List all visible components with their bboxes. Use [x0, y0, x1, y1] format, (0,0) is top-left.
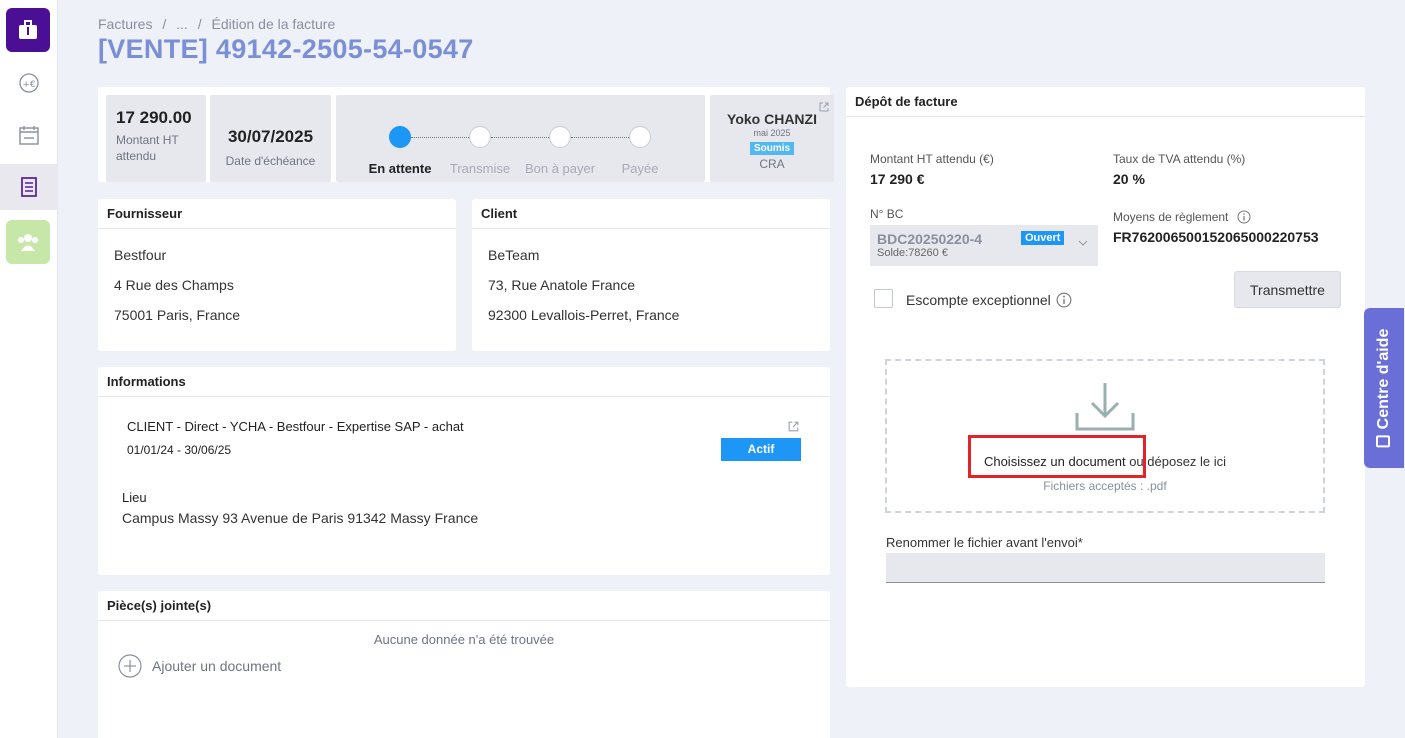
- help-center-tab[interactable]: Centre d'aide: [1364, 308, 1404, 468]
- step-dot-en-attente: [389, 126, 411, 148]
- expected-vat-value: 20 %: [1113, 171, 1145, 187]
- purchase-order-balance: Solde:78260 €: [877, 247, 948, 259]
- breadcrumb-root[interactable]: Factures: [98, 16, 152, 32]
- people-group-icon: [18, 234, 38, 251]
- rename-file-input[interactable]: [886, 553, 1325, 583]
- info-icon[interactable]: [1237, 210, 1251, 224]
- plus-circle-icon: [118, 654, 142, 678]
- due-date-summary: 30/07/2025 Date d'échéance: [210, 95, 331, 182]
- expected-vat-label: Taux de TVA attendu (%): [1113, 152, 1246, 166]
- client-street: 73, Rue Anatole France: [488, 277, 636, 293]
- expected-amount-label: Montant HT attendu (€): [870, 152, 994, 166]
- breadcrumb-separator: /: [162, 16, 167, 32]
- breadcrumb-current: Édition de la facture: [211, 16, 336, 32]
- step-label-transmise: Transmise: [449, 161, 511, 176]
- chevron-down-icon: [1078, 240, 1088, 246]
- page-title: [VENTE] 49142-2505-54-0547: [98, 34, 474, 64]
- app-logo-button[interactable]: [6, 8, 50, 52]
- amount-label: Montant HT attendu: [116, 133, 179, 163]
- breadcrumb-ellipsis[interactable]: ...: [176, 16, 188, 32]
- step-label-en-attente: En attente: [368, 161, 432, 176]
- external-link-icon[interactable]: [818, 101, 830, 113]
- invoice-icon: [21, 177, 37, 197]
- cra-consultant-name: Yoko CHANZI: [727, 111, 817, 127]
- add-document-label: Ajouter un document: [152, 658, 282, 674]
- attachments-title: Pièce(s) jointe(s): [98, 591, 830, 621]
- download-tray-icon: [1075, 383, 1135, 431]
- step-label-payee: Payée: [621, 161, 659, 176]
- external-link-icon[interactable]: [787, 420, 800, 433]
- client-name: BeTeam: [488, 247, 540, 263]
- step-label-bon-a-payer: Bon à payer: [524, 161, 596, 176]
- amount-value: 17 290.00: [116, 108, 192, 127]
- supplier-title: Fournisseur: [98, 199, 456, 229]
- informations-card: Informations CLIENT - Direct - YCHA - Be…: [98, 367, 830, 575]
- breadcrumb: Factures / ... / Édition de la facture: [98, 16, 335, 32]
- help-center-text: Centre d'aide: [1375, 328, 1392, 430]
- purchase-order-code: BDC20250220-4: [877, 231, 983, 247]
- sidebar-item-payments[interactable]: +€: [0, 60, 58, 106]
- mission-name: CLIENT - Direct - YCHA - Bestfour - Expe…: [127, 419, 464, 434]
- sidebar: +€: [0, 0, 58, 738]
- purchase-order-status-badge: Ouvert: [1021, 231, 1065, 245]
- supplier-street: 4 Rue des Champs: [114, 277, 234, 293]
- informations-title: Informations: [98, 367, 830, 397]
- step-connector: [491, 137, 549, 138]
- info-icon[interactable]: [1056, 292, 1072, 308]
- breadcrumb-separator: /: [197, 16, 202, 32]
- sidebar-item-invoices[interactable]: [0, 164, 58, 210]
- cra-label: CRA: [759, 157, 785, 171]
- sidebar-item-team[interactable]: [6, 220, 50, 264]
- client-title: Client: [472, 199, 830, 229]
- mission-dates: 01/01/24 - 30/06/25: [127, 443, 232, 457]
- book-icon: [1376, 435, 1390, 448]
- highlight-box: [968, 435, 1146, 478]
- payment-iban-value: FR7620065001520650002207‌53: [1113, 229, 1319, 245]
- purchase-order-label: N° BC: [870, 207, 904, 221]
- step-connector: [411, 137, 469, 138]
- cra-month: mai 2025: [753, 128, 791, 138]
- lieu-label: Lieu: [122, 490, 147, 505]
- client-city: 92300 Levallois-Perret, France: [488, 307, 680, 323]
- invoice-upload-panel: Dépôt de facture Montant HT attendu (€) …: [846, 87, 1365, 687]
- escompte-label: Escompte exceptionnel: [906, 292, 1051, 308]
- step-dot-bon-a-payer: [549, 126, 571, 148]
- cra-status-badge: Soumis: [749, 142, 795, 155]
- supplier-city: 75001 Paris, France: [114, 307, 241, 323]
- transmit-button[interactable]: Transmettre: [1234, 271, 1341, 308]
- briefcase-logo-icon: [19, 20, 37, 39]
- purchase-order-select[interactable]: BDC20250220-4 Ouvert Solde:78260 €: [870, 225, 1098, 266]
- status-stepper: En attente Transmise Bon à payer Payée: [336, 95, 705, 182]
- supplier-name: Bestfour: [114, 247, 167, 263]
- due-date-value: 30/07/2025: [227, 127, 314, 146]
- add-document-button[interactable]: Ajouter un document: [118, 654, 281, 678]
- accepted-file-types: Fichiers acceptés : .pdf: [1043, 479, 1167, 493]
- calendar-icon: [19, 126, 39, 145]
- upload-panel-title: Dépôt de facture: [846, 87, 1365, 117]
- escompte-checkbox[interactable]: [874, 289, 893, 308]
- payment-method-label: Moyens de règlement: [1113, 210, 1229, 224]
- supplier-card: Fournisseur Bestfour 4 Rue des Champs 75…: [98, 199, 456, 351]
- step-dot-payee: [629, 126, 651, 148]
- client-card: Client BeTeam 73, Rue Anatole France 923…: [472, 199, 830, 351]
- attachments-card: Pièce(s) jointe(s) Aucune donnée n'a été…: [98, 591, 830, 738]
- euro-circle-icon: +€: [19, 73, 39, 93]
- attachments-empty-message: Aucune donnée n'a été trouvée: [373, 632, 555, 647]
- lieu-value: Campus Massy 93 Avenue de Paris 91342 Ma…: [122, 510, 479, 526]
- step-connector: [571, 137, 629, 138]
- help-center-label: Centre d'aide: [1375, 329, 1393, 448]
- due-date-label: Date d'échéance: [225, 154, 316, 168]
- svg-text:+€: +€: [22, 80, 36, 90]
- amount-summary: 17 290.00 Montant HT attendu: [106, 95, 206, 182]
- mission-status-badge: Actif: [721, 438, 801, 461]
- rename-file-label: Renommer le fichier avant l'envoi*: [886, 535, 1083, 550]
- expected-amount-value: 17 290 €: [870, 171, 925, 187]
- sidebar-item-calendar[interactable]: [0, 112, 58, 158]
- invoice-summary: 17 290.00 Montant HT attendu 30/07/2025 …: [98, 87, 834, 182]
- step-dot-transmise: [469, 126, 491, 148]
- cra-summary[interactable]: Yoko CHANZI mai 2025 Soumis CRA: [710, 95, 834, 182]
